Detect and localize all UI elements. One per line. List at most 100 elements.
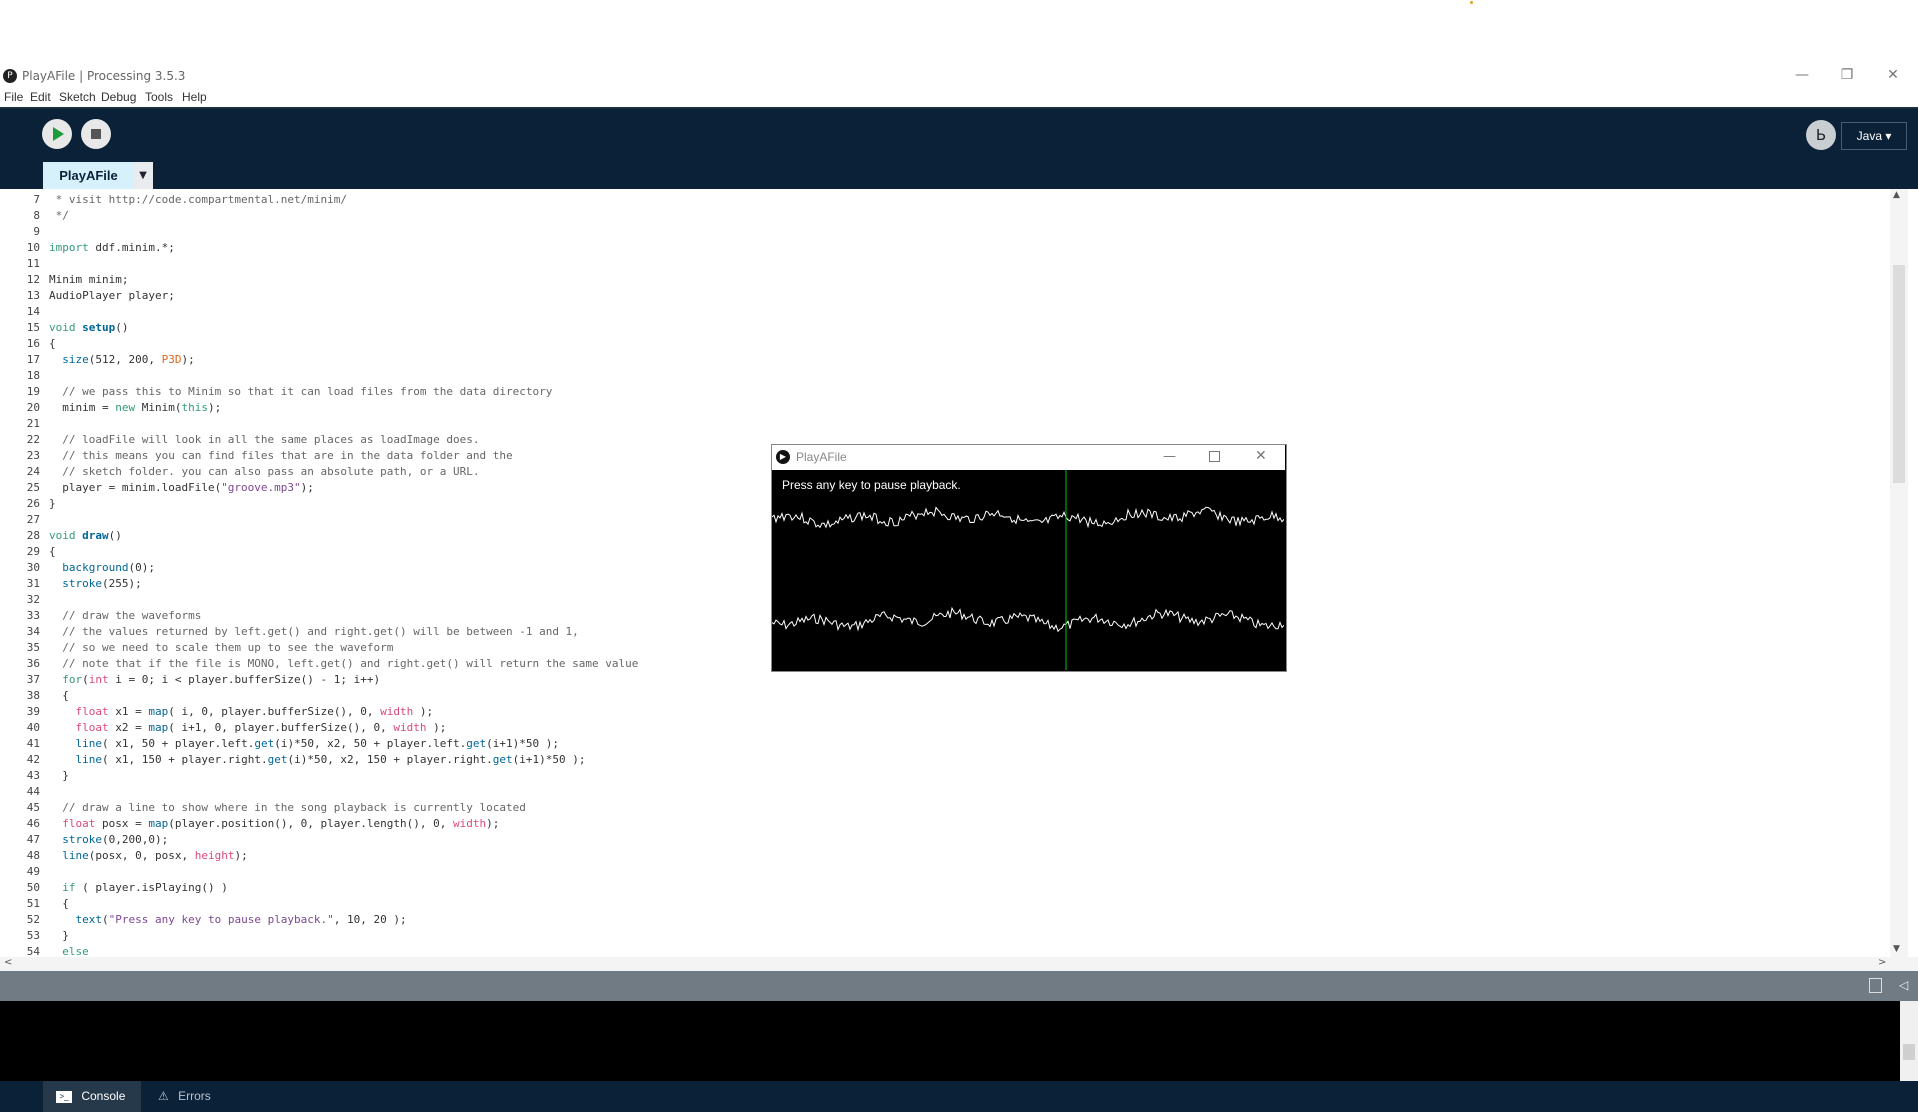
menu-file[interactable]: File bbox=[4, 90, 23, 104]
line-number: 25 bbox=[26, 481, 40, 494]
sketch-close-icon[interactable]: ✕ bbox=[1255, 448, 1267, 464]
line-number: 22 bbox=[26, 433, 40, 446]
editor-horizontal-scrollbar[interactable] bbox=[0, 957, 1918, 971]
menu-tools[interactable]: Tools bbox=[145, 90, 173, 104]
debugger-icon[interactable]: Ь bbox=[1806, 120, 1836, 150]
line-number: 16 bbox=[26, 337, 40, 350]
code-text: } bbox=[49, 497, 56, 510]
code-text: void draw() bbox=[49, 529, 122, 542]
code-text: } bbox=[49, 769, 69, 782]
line-number: 29 bbox=[26, 545, 40, 558]
code-text: background(0); bbox=[62, 561, 155, 574]
sketch-window-title: PlayAFile bbox=[796, 450, 847, 464]
sketch-maximize-icon[interactable] bbox=[1209, 451, 1220, 462]
scroll-right-icon[interactable]: > bbox=[1878, 957, 1886, 968]
code-text: // we pass this to Minim so that it can … bbox=[49, 385, 553, 398]
line-number: 33 bbox=[26, 609, 40, 622]
sketch-minimize-icon[interactable]: — bbox=[1163, 449, 1176, 464]
sketch-status-text: Press any key to pause playback. bbox=[782, 478, 961, 492]
code-text: // sketch folder. you can also pass an a… bbox=[49, 465, 480, 478]
play-icon bbox=[53, 127, 64, 141]
line-number: 39 bbox=[26, 705, 40, 718]
line-number: 46 bbox=[26, 817, 40, 830]
collapse-icon[interactable]: ◁ bbox=[1899, 978, 1908, 992]
code-text: stroke(255); bbox=[62, 577, 142, 590]
line-number: 14 bbox=[26, 305, 40, 318]
minimize-icon[interactable]: — bbox=[1790, 66, 1814, 84]
code-text: // the values returned by left.get() and… bbox=[49, 625, 579, 638]
errors-tab[interactable]: ⚠ Errors bbox=[145, 1081, 243, 1112]
line-number: 40 bbox=[26, 721, 40, 734]
stop-button[interactable] bbox=[81, 119, 111, 149]
line-number: 17 bbox=[26, 353, 40, 366]
line-number: 45 bbox=[26, 801, 40, 814]
code-text: Minim minim; bbox=[49, 273, 129, 286]
line-number: 48 bbox=[26, 849, 40, 862]
code-text: line( x1, 50 + player.left.get(i)*50, x2… bbox=[75, 737, 560, 750]
menu-bar bbox=[0, 89, 1918, 109]
line-number: 10 bbox=[26, 241, 40, 254]
scroll-down-icon[interactable]: ▼ bbox=[1893, 944, 1900, 954]
line-number: 31 bbox=[26, 577, 40, 590]
tab-playafile[interactable]: PlayAFile bbox=[43, 162, 134, 189]
line-number: 47 bbox=[26, 833, 40, 846]
copy-icon[interactable] bbox=[1869, 978, 1882, 993]
top-strip bbox=[0, 0, 1918, 64]
line-number: 42 bbox=[26, 753, 40, 766]
line-number: 15 bbox=[26, 321, 40, 334]
code-text: // this means you can find files that ar… bbox=[49, 449, 513, 462]
console-icon: >_ bbox=[56, 1090, 72, 1103]
line-number: 27 bbox=[26, 513, 40, 526]
menu-edit[interactable]: Edit bbox=[30, 90, 51, 104]
app-icon: P bbox=[3, 69, 17, 83]
console-tab[interactable]: >_ Console bbox=[43, 1081, 141, 1112]
line-number: 38 bbox=[26, 689, 40, 702]
line-number: 53 bbox=[26, 929, 40, 942]
line-number: 21 bbox=[26, 417, 40, 430]
code-text: for(int i = 0; i < player.bufferSize() -… bbox=[62, 673, 381, 686]
restore-icon[interactable]: ❐ bbox=[1835, 66, 1859, 84]
code-text: line(posx, 0, posx, height); bbox=[62, 849, 248, 862]
code-text: float posx = map(player.position(), 0, p… bbox=[62, 817, 500, 830]
sketch-app-icon: ▶ bbox=[776, 450, 790, 464]
line-number: 36 bbox=[26, 657, 40, 670]
run-button[interactable] bbox=[42, 119, 72, 149]
close-icon[interactable]: ✕ bbox=[1881, 66, 1905, 84]
line-number: 35 bbox=[26, 641, 40, 654]
line-number: 43 bbox=[26, 769, 40, 782]
code-text: { bbox=[49, 337, 56, 350]
console-scrollbar[interactable] bbox=[1900, 1001, 1918, 1081]
menu-debug[interactable]: Debug bbox=[101, 90, 136, 104]
line-number: 50 bbox=[26, 881, 40, 894]
window-title: PlayAFile | Processing 3.5.3 bbox=[22, 69, 186, 83]
line-number: 20 bbox=[26, 401, 40, 414]
code-text: AudioPlayer player; bbox=[49, 289, 175, 302]
code-text: // draw a line to show where in the song… bbox=[49, 801, 526, 814]
code-text: */ bbox=[49, 209, 69, 222]
line-number: 51 bbox=[26, 897, 40, 910]
line-number: 28 bbox=[26, 529, 40, 542]
line-number: 7 bbox=[33, 193, 40, 206]
mode-selector[interactable]: Java ▾ bbox=[1841, 122, 1907, 150]
code-text: // note that if the file is MONO, left.g… bbox=[49, 657, 639, 670]
menu-sketch[interactable]: Sketch bbox=[59, 90, 96, 104]
code-text: } bbox=[49, 929, 69, 942]
editor-scroll-thumb[interactable] bbox=[1893, 265, 1905, 483]
tab-menu-button[interactable]: ▼ bbox=[133, 162, 153, 189]
line-number: 8 bbox=[33, 209, 40, 222]
line-number: 11 bbox=[26, 257, 40, 270]
waveform-line bbox=[772, 506, 1284, 529]
scroll-left-icon[interactable]: < bbox=[4, 957, 12, 968]
line-number: 12 bbox=[26, 273, 40, 286]
line-number: 41 bbox=[26, 737, 40, 750]
console-scroll-thumb[interactable] bbox=[1903, 1044, 1915, 1060]
menu-help[interactable]: Help bbox=[182, 90, 207, 104]
code-text: float x2 = map( i+1, 0, player.bufferSiz… bbox=[75, 721, 447, 734]
line-number: 52 bbox=[26, 913, 40, 926]
line-number: 24 bbox=[26, 465, 40, 478]
scroll-up-icon[interactable]: ▲ bbox=[1893, 190, 1900, 200]
sketch-canvas[interactable] bbox=[772, 470, 1284, 670]
code-text: size(512, 200, P3D); bbox=[62, 353, 195, 366]
code-text: * visit http://code.compartmental.net/mi… bbox=[49, 193, 348, 206]
line-number: 44 bbox=[26, 785, 40, 798]
